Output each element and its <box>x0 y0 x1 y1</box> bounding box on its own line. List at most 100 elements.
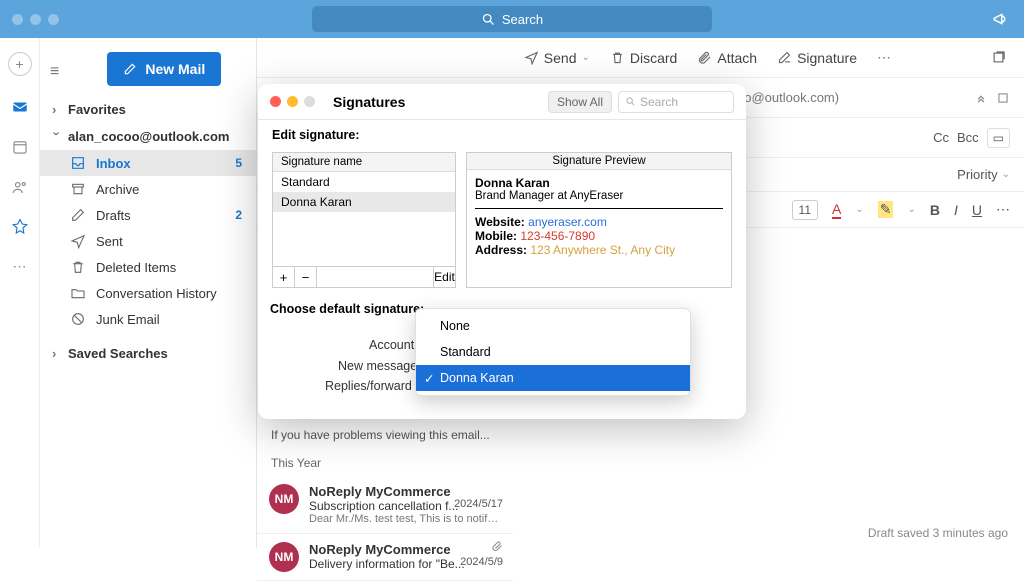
italic-button[interactable]: I <box>954 202 958 218</box>
people-icon[interactable] <box>11 178 29 196</box>
remove-signature-button[interactable]: − <box>295 267 317 287</box>
draft-status: Draft saved 3 minutes ago <box>868 526 1008 540</box>
bcc-label[interactable]: Bcc <box>957 130 979 145</box>
window-titlebar: Search <box>0 0 1024 38</box>
dropdown-option[interactable]: Standard <box>416 339 690 365</box>
signature-button[interactable]: Signature <box>777 50 857 66</box>
preview-mobile: 123-456-7890 <box>520 229 595 243</box>
popout-icon[interactable] <box>996 91 1010 105</box>
sent-icon <box>70 233 86 249</box>
new-mail-button[interactable]: New Mail <box>107 52 221 86</box>
signature-dropdown[interactable]: None Standard Donna Karan <box>415 308 691 396</box>
search-icon <box>481 12 496 27</box>
new-messages-label: New messages <box>338 359 423 373</box>
account-header[interactable]: ›alan_cocoo@outlook.com <box>40 123 256 150</box>
minimize-dot[interactable] <box>30 14 41 25</box>
signature-icon <box>777 50 792 65</box>
replies-forward-label: Replies/forward <box>325 379 412 393</box>
nav-deleted[interactable]: Deleted Items <box>40 254 256 280</box>
msg-from: NoReply MyCommerce <box>309 542 501 557</box>
underline-button[interactable]: U <box>972 202 982 218</box>
message-item[interactable]: NM NoReply MyCommerce Delivery informati… <box>257 534 513 581</box>
trash-icon <box>610 50 625 65</box>
addressbook-icon[interactable]: ▭ <box>987 128 1010 148</box>
to-email: oo@outlook.com) <box>737 90 839 105</box>
drafts-icon <box>70 207 86 223</box>
mail-icon[interactable] <box>11 98 29 116</box>
new-mail-label: New Mail <box>145 61 205 77</box>
highlight-button[interactable]: ✎ <box>878 201 894 218</box>
discard-button[interactable]: Discard <box>610 50 677 66</box>
problems-line: If you have problems viewing this email.… <box>257 420 513 450</box>
archive-icon <box>70 181 86 197</box>
hamburger-icon[interactable]: ≡ <box>50 63 59 81</box>
folder-icon <box>70 285 86 301</box>
signature-list-header: Signature name <box>273 153 455 172</box>
msg-date: 2024/5/9 <box>460 556 503 568</box>
dialog-header: Signatures Show All Search <box>258 84 746 120</box>
edit-icon <box>123 62 137 76</box>
year-header: This Year <box>257 450 513 476</box>
pin-icon[interactable] <box>11 218 29 236</box>
traffic-lights <box>12 14 59 25</box>
message-item[interactable]: NM NoReply MyCommerce Subscription cance… <box>257 476 513 534</box>
compose-round-button[interactable]: + <box>8 52 32 76</box>
dropdown-option[interactable]: None <box>416 313 690 339</box>
nav-conversation-history[interactable]: Conversation History <box>40 280 256 306</box>
close-dot[interactable] <box>12 14 23 25</box>
folder-nav: ≡ New Mail ›Favorites ›alan_cocoo@outloo… <box>40 38 256 548</box>
signature-row[interactable]: Donna Karan <box>273 192 455 212</box>
more-rail-icon[interactable]: ⋯ <box>13 258 27 275</box>
megaphone-icon[interactable] <box>992 10 1010 28</box>
avatar: NM <box>269 542 299 572</box>
dialog-min-dot[interactable] <box>287 96 298 107</box>
edit-signature-button[interactable]: Edit <box>433 267 455 287</box>
account-label: Account <box>369 338 414 352</box>
preview-name: Donna Karan <box>475 176 723 190</box>
chevrons-up-icon[interactable] <box>974 91 988 105</box>
global-search[interactable]: Search <box>312 6 712 32</box>
saved-searches-header[interactable]: ›Saved Searches <box>40 340 256 367</box>
attach-button[interactable]: Attach <box>697 50 757 66</box>
preview-header: Signature Preview <box>467 153 731 170</box>
search-placeholder: Search <box>502 12 543 27</box>
send-button[interactable]: Send⌄ <box>524 50 590 66</box>
signature-preview: Signature Preview Donna Karan Brand Mana… <box>466 152 732 288</box>
more-format-button[interactable]: ⋯ <box>996 201 1010 218</box>
calendar-icon[interactable] <box>11 138 29 156</box>
search-icon <box>625 96 636 107</box>
msg-date: 2024/5/17 <box>454 498 503 510</box>
paperclip-icon <box>697 50 712 65</box>
add-signature-button[interactable]: + <box>273 267 295 287</box>
preview-website: anyeraser.com <box>528 215 607 229</box>
trash-icon <box>70 259 86 275</box>
dropdown-option-selected[interactable]: Donna Karan <box>416 365 690 391</box>
inbox-count: 5 <box>235 156 242 170</box>
left-rail: + ⋯ <box>0 38 40 548</box>
priority-label[interactable]: Priority <box>957 167 997 182</box>
msg-preview: Dear Mr./Ms. test test, This is to notif… <box>309 513 501 525</box>
bold-button[interactable]: B <box>930 202 940 218</box>
cc-label[interactable]: Cc <box>933 130 949 145</box>
preview-address: 123 Anywhere St., Any City <box>530 243 675 257</box>
signature-row[interactable]: Standard <box>273 172 455 192</box>
dialog-search[interactable]: Search <box>618 91 734 113</box>
favorites-header[interactable]: ›Favorites <box>40 96 256 123</box>
nav-inbox[interactable]: Inbox 5 <box>40 150 256 176</box>
inbox-icon <box>70 155 86 171</box>
nav-sent[interactable]: Sent <box>40 228 256 254</box>
dialog-title: Signatures <box>333 94 405 110</box>
edit-signature-label: Edit signature: <box>272 128 732 142</box>
show-all-button[interactable]: Show All <box>548 91 612 113</box>
popout-icon[interactable] <box>991 50 1006 65</box>
fontcolor-button[interactable]: A <box>832 201 841 219</box>
zoom-dot[interactable] <box>48 14 59 25</box>
nav-junk[interactable]: Junk Email <box>40 306 256 332</box>
nav-archive[interactable]: Archive <box>40 176 256 202</box>
more-button[interactable]: ⋯ <box>877 49 891 66</box>
dialog-zoom-dot[interactable] <box>304 96 315 107</box>
dialog-close-dot[interactable] <box>270 96 281 107</box>
nav-drafts[interactable]: Drafts 2 <box>40 202 256 228</box>
msg-from: NoReply MyCommerce <box>309 484 501 499</box>
fontsize-select[interactable]: 11 <box>792 200 818 220</box>
